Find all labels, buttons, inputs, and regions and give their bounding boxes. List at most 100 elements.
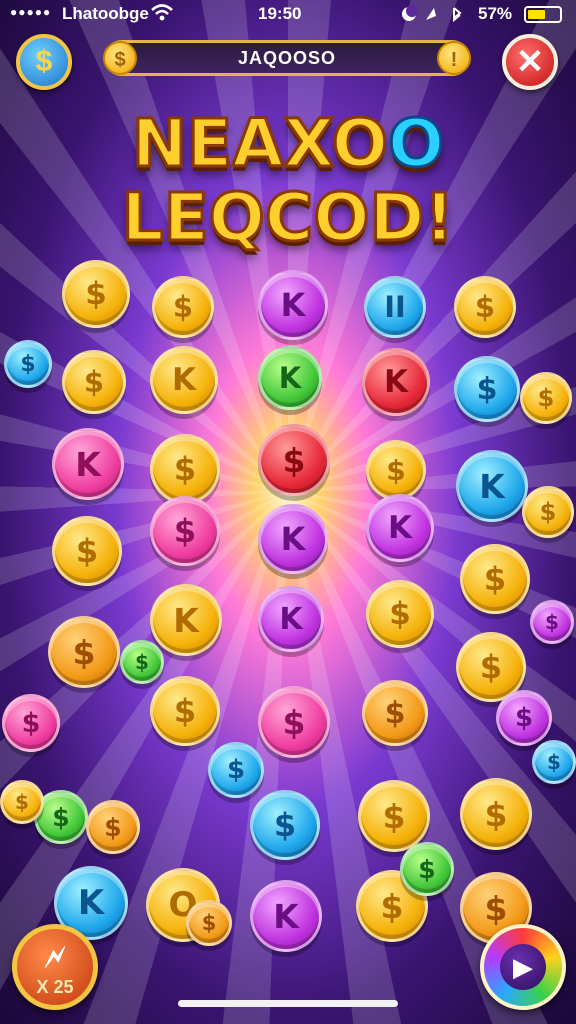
game-title: NEAXOO LEQCOD!: [108, 105, 468, 257]
coin-symbol: $: [382, 796, 406, 836]
coin-symbol: $: [474, 290, 496, 324]
coin-gold: $: [522, 486, 574, 538]
coin-symbol: $: [172, 290, 194, 324]
coin-red: K: [362, 348, 430, 416]
coin-symbol: $: [173, 450, 197, 488]
coin-orange: $: [86, 800, 140, 854]
coin-symbol: $: [273, 806, 297, 844]
coin-gold: $: [454, 276, 516, 338]
coin-symbol: $: [537, 384, 555, 412]
coin-symbol: $: [418, 854, 436, 884]
coin-blue: II: [364, 276, 426, 338]
title-line-2: LEQCOD!: [120, 178, 456, 257]
dollar-coin-icon: $: [35, 45, 53, 78]
title-line-1-accent: O: [386, 105, 445, 182]
coin-symbol: $: [282, 440, 306, 480]
coin-symbol: $: [484, 794, 508, 834]
coin-symbol: $: [104, 812, 122, 842]
coin-symbol: K: [273, 896, 299, 936]
coin-gold: K: [150, 346, 218, 414]
title-line-1-main: NEAXO: [130, 105, 389, 182]
coin-gold: $: [150, 434, 220, 504]
coin-symbol: $: [547, 750, 561, 774]
coin-gold: $: [152, 276, 214, 338]
coin-pink: K: [52, 428, 124, 500]
coin-symbol: K: [278, 361, 302, 395]
coin-orange: $: [48, 616, 120, 688]
coin-symbol: $: [226, 755, 246, 785]
coin-symbol: K: [383, 364, 409, 400]
status-bar: ●●●●● Lhatoobge 19:50 57%: [0, 0, 576, 30]
home-indicator[interactable]: [178, 1000, 398, 1007]
right-coin-icon: !: [437, 41, 471, 75]
coin-symbol: $: [135, 650, 149, 674]
coin-gold: $: [358, 780, 430, 852]
coin-symbol: $: [15, 790, 29, 814]
coin-symbol: $: [483, 560, 507, 598]
spin-button[interactable]: ▶: [480, 924, 566, 1010]
coin-gold: $: [52, 516, 122, 586]
signal-dots-icon: ●●●●●: [10, 5, 52, 19]
coin-symbol: $: [173, 692, 197, 730]
multiplier-count: X 25: [36, 977, 74, 997]
coin-symbol: K: [173, 600, 199, 640]
coin-symbol: $: [484, 888, 508, 928]
coin-orange: $: [186, 900, 232, 946]
coin-symbol: $: [545, 610, 559, 634]
coin-symbol: K: [171, 362, 197, 398]
moon-icon: [402, 5, 418, 21]
coin-gold: $: [366, 440, 426, 500]
status-icons: [400, 3, 472, 30]
coin-blue: $: [532, 740, 576, 784]
player-name-bar: $ JAQOOSO !: [103, 40, 471, 76]
coin-symbol: $: [282, 702, 306, 742]
coin-symbol: $: [173, 512, 197, 550]
coin-symbol: $: [72, 632, 96, 672]
coin-gold: $: [460, 778, 532, 850]
coin-symbol: K: [77, 883, 105, 923]
battery-percent: 57%: [478, 4, 513, 23]
coin-purple: K: [250, 880, 322, 952]
coin-symbol: $: [380, 886, 404, 926]
coin-gold: $: [62, 350, 126, 414]
coin-gold: K: [150, 584, 222, 656]
coin-blue: K: [456, 450, 528, 522]
coin-symbol: K: [387, 510, 413, 546]
coin-symbol: $: [479, 648, 503, 686]
coin-symbol: $: [85, 276, 107, 312]
coin-gold: $: [366, 580, 434, 648]
coin-green: $: [400, 842, 454, 896]
title-line-1: NEAXOO: [108, 105, 468, 182]
coin-symbol: $: [514, 703, 534, 733]
coin-symbol: $: [476, 371, 498, 407]
coin-symbol: K: [75, 444, 101, 484]
coin-symbol: K: [279, 601, 303, 637]
coin-blue: $: [4, 340, 52, 388]
coin-shop-button[interactable]: $: [16, 34, 72, 90]
coin-gold: $: [460, 544, 530, 614]
coin-symbol: K: [479, 466, 505, 506]
close-button[interactable]: ✕: [502, 34, 558, 90]
coin-orange: $: [362, 680, 428, 746]
clock-time: 19:50: [258, 4, 302, 23]
coin-purple: K: [258, 504, 328, 574]
coin-green: K: [258, 346, 322, 410]
coin-purple: K: [258, 270, 328, 340]
coin-symbol: $: [20, 351, 36, 377]
coin-gold: $: [520, 372, 572, 424]
coin-symbol: K: [280, 520, 306, 558]
battery-level-fill: [528, 10, 546, 19]
location-icon: [426, 8, 436, 20]
coin-gold: $: [0, 780, 44, 824]
coin-pink: $: [150, 496, 220, 566]
coin-purple: $: [496, 690, 552, 746]
close-icon: ✕: [515, 43, 545, 81]
coin-purple: K: [366, 494, 434, 562]
coin-symbol: $: [75, 532, 99, 570]
battery-icon: [524, 6, 562, 23]
player-name: JAQOOSO: [237, 48, 337, 68]
multiplier-button[interactable]: 🗲 X 25: [12, 924, 98, 1010]
coin-symbol: $: [52, 802, 70, 832]
coin-symbol: II: [384, 290, 406, 324]
coin-symbol: $: [539, 498, 557, 526]
